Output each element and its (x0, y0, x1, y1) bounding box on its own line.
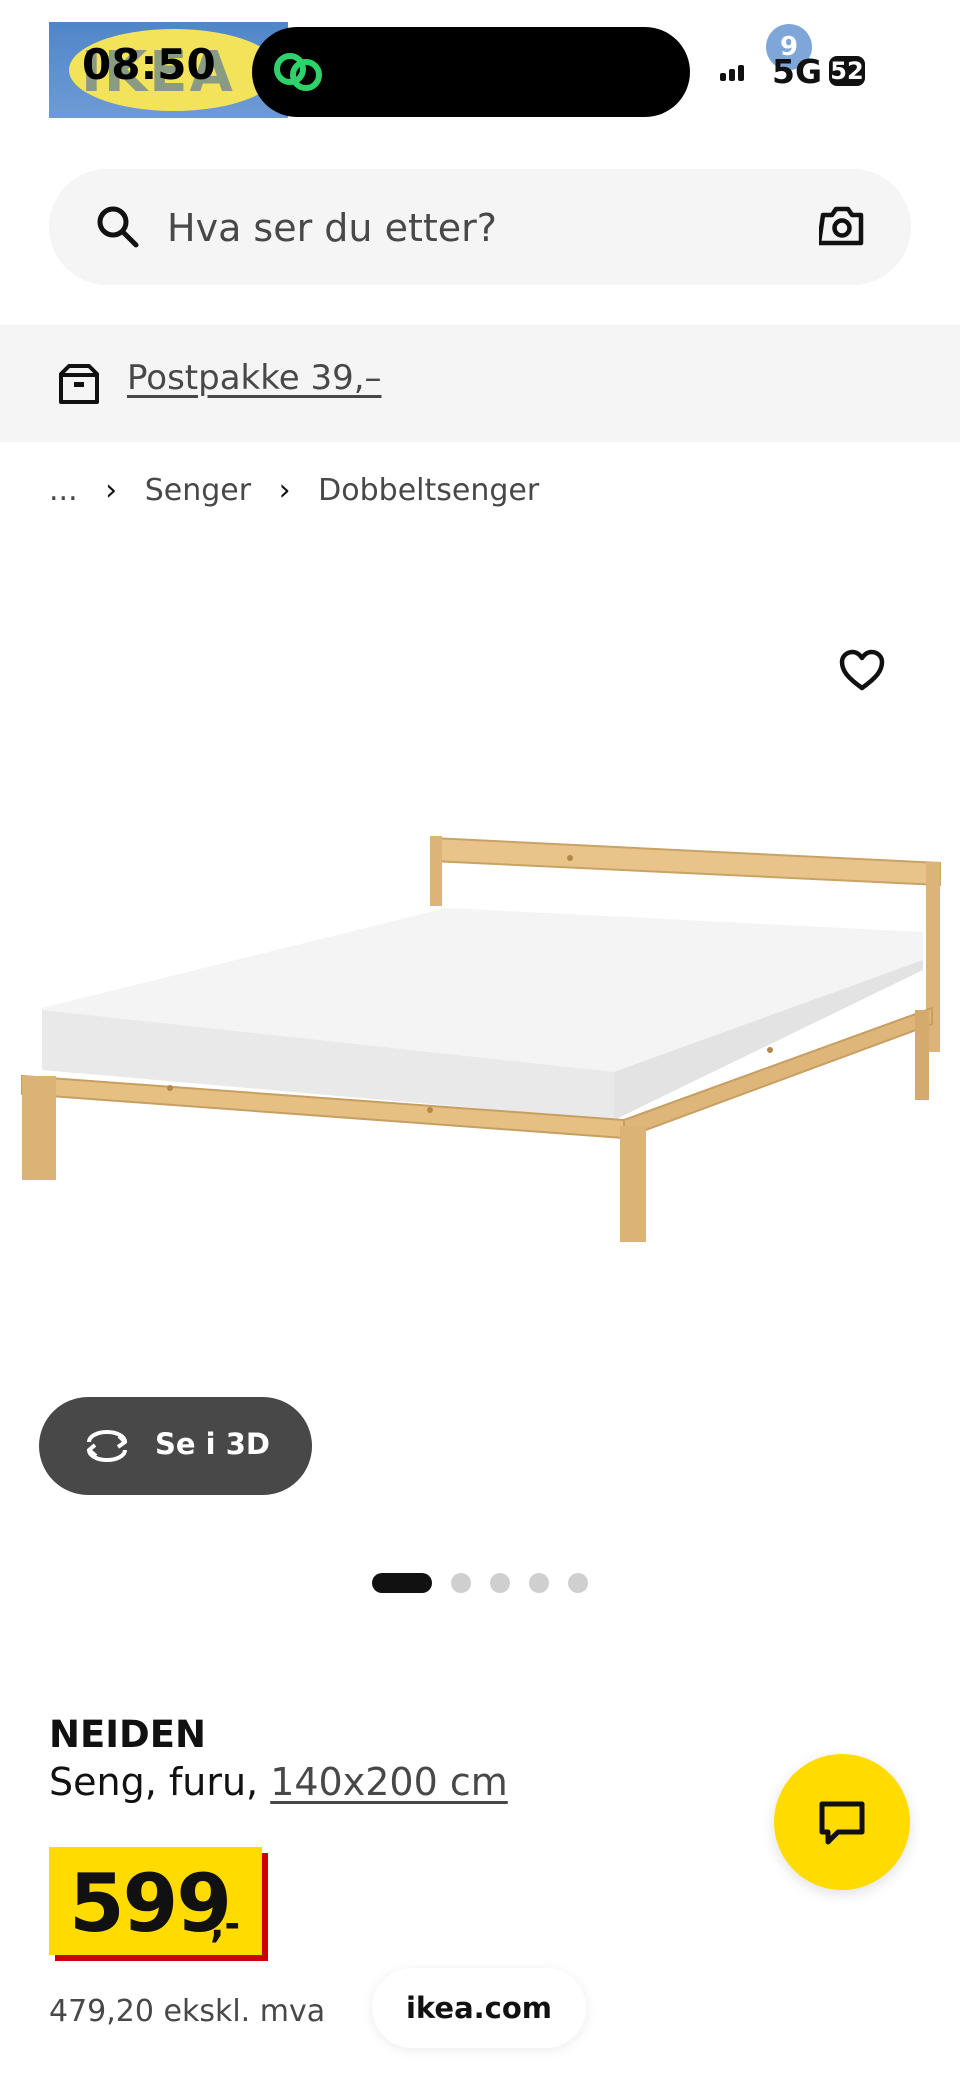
search-icon[interactable] (95, 204, 141, 250)
breadcrumb-item-senger[interactable]: Senger (145, 473, 251, 508)
carousel-dot[interactable] (451, 1572, 471, 1593)
carousel-indicator (372, 1572, 607, 1593)
product-description: Seng, furu, 140x200 cm (49, 1760, 508, 1804)
search-input[interactable] (165, 197, 789, 259)
camera-icon[interactable] (819, 203, 865, 247)
carousel-dot[interactable] (372, 1572, 432, 1593)
chat-bubble-icon (819, 1801, 865, 1845)
breadcrumb-ellipsis[interactable]: ... (49, 473, 78, 508)
price-value: 599 (69, 1857, 232, 1950)
browser-url-pill[interactable]: ikea.com (372, 1968, 586, 2048)
product-type: Seng, furu, (49, 1760, 271, 1804)
rotate-icon (87, 1430, 127, 1462)
chevron-right-icon: › (105, 473, 118, 508)
heart-icon[interactable] (838, 648, 886, 692)
status-time: 08:50 (82, 40, 216, 89)
size-link[interactable]: 140x200 cm (270, 1760, 508, 1804)
price-tag: 599 ,- (49, 1847, 262, 1955)
parcel-box-icon (59, 364, 99, 404)
search-bar[interactable] (49, 169, 911, 285)
network-type: 5G (772, 52, 823, 91)
price-excl-vat: 479,20 ekskl. mva (49, 1994, 326, 2029)
promo-banner: Postpakke 39,– (0, 325, 960, 442)
product-name: NEIDEN (49, 1713, 206, 1756)
price-suffix: ,- (210, 1902, 241, 1946)
signal-icon (720, 62, 747, 81)
dynamic-island (252, 27, 690, 117)
breadcrumb: ... › Senger › Dobbeltsenger (49, 472, 539, 508)
view-3d-label: Se i 3D (155, 1427, 270, 1461)
product-image[interactable] (10, 820, 950, 1280)
view-3d-button[interactable]: Se i 3D (39, 1397, 312, 1495)
carousel-dot[interactable] (568, 1572, 588, 1593)
chevron-right-icon: › (278, 473, 291, 508)
battery-level: 52 (829, 56, 865, 86)
breadcrumb-item-dobbeltsenger[interactable]: Dobbeltsenger (318, 473, 539, 508)
carousel-dot[interactable] (490, 1572, 510, 1593)
link-app-icon (274, 53, 322, 91)
postpakke-link[interactable]: Postpakke 39,– (127, 358, 382, 398)
carousel-dot[interactable] (529, 1572, 549, 1593)
chat-button[interactable] (774, 1754, 910, 1890)
